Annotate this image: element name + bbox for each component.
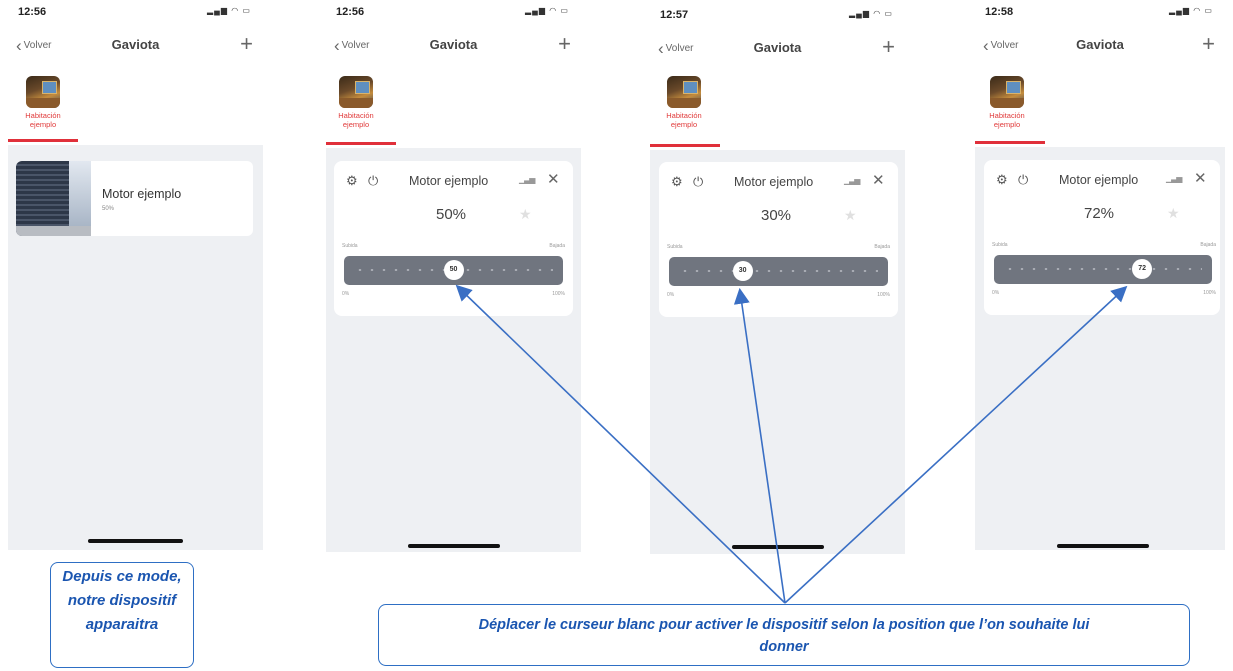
callout-left-text: Depuis ce mode, notre dispositif apparai… [62,568,182,633]
callout-right: Déplacer le curseur blanc pour activer l… [378,604,1190,666]
callout-left: Depuis ce mode, notre dispositif apparai… [50,562,194,668]
callout-right-text: Déplacer le curseur blanc pour activer l… [478,617,1090,655]
arrow-to-slider-4 [784,285,1128,604]
arrow-to-slider-3 [733,287,786,604]
arrow-to-slider-2 [455,284,786,604]
